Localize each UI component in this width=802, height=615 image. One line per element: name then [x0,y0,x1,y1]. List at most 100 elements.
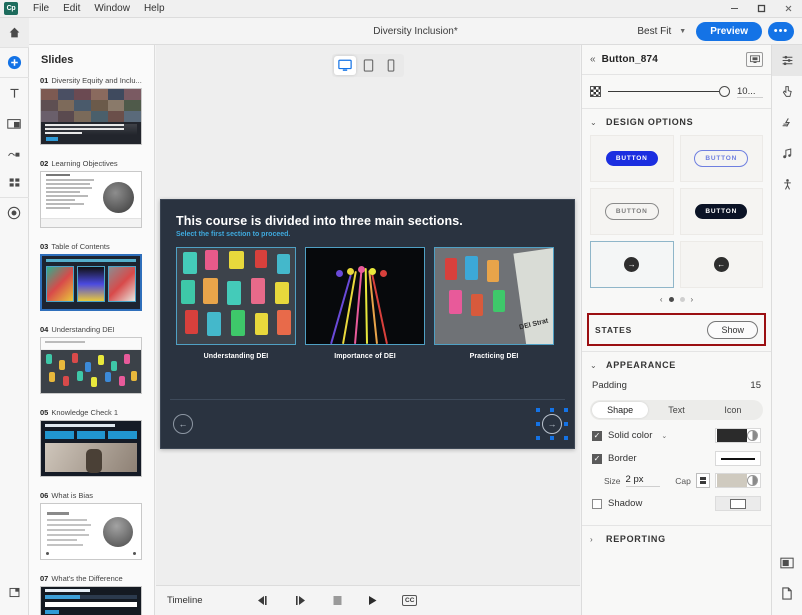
desktop-view-button[interactable] [334,56,356,75]
menu-file[interactable]: File [26,0,56,18]
preview-button[interactable]: Preview [696,21,762,41]
appearance-section-header[interactable]: ⌄ APPEARANCE [582,352,771,378]
opacity-value[interactable]: 10... [737,86,763,98]
border-style-swatch[interactable] [715,451,761,466]
text-icon[interactable] [0,78,29,108]
slider-knob[interactable] [719,86,730,97]
slide-canvas[interactable]: This course is divided into three main s… [160,199,575,449]
assets-icon[interactable] [0,577,29,607]
effects-icon[interactable] [772,107,802,138]
accessibility-icon[interactable] [772,169,802,200]
thumb-art [41,172,141,227]
list-item[interactable]: 01 Diversity Equity and Inclu... [29,72,154,155]
list-item[interactable]: 07 What's the Difference [29,570,154,615]
slide-label: 04 Understanding DEI [40,325,144,334]
slide-thumbnail[interactable] [40,503,142,560]
slides-panel[interactable]: Slides 01Diversity Equity and Inclu... [29,45,155,615]
slide-number: 02 [40,159,49,168]
design-option-cell[interactable]: BUTTON [590,135,674,182]
design-option-cell[interactable]: BUTTON [679,135,763,182]
slide-thumbnail[interactable] [40,337,142,394]
minimize-button[interactable] [721,0,748,18]
size-value[interactable]: 2 px [625,474,661,487]
properties-icon[interactable] [771,45,802,76]
menu-help[interactable]: Help [137,0,172,18]
list-item[interactable]: 03 Table of Contents [29,238,154,321]
solid-color-swatch[interactable] [715,428,761,443]
top-toolbar: Diversity Inclusion* Best Fit ▼ Preview … [29,18,802,45]
design-option-label: BUTTON [695,204,748,219]
menu-edit[interactable]: Edit [56,0,87,18]
padding-value[interactable]: 15 [750,380,761,391]
shadow-preview-swatch[interactable] [715,496,761,511]
list-item[interactable]: 04 Understanding DEI [29,321,154,404]
step-forward-button[interactable] [294,595,308,606]
actions-icon[interactable] [772,76,802,107]
slide-thumbnail[interactable] [40,88,142,145]
slide-title: What's the Difference [51,574,123,583]
slide-properties-icon[interactable] [772,547,802,578]
cap-style-button[interactable] [695,473,710,488]
slide-number: 07 [40,574,49,583]
chevron-down-icon: ⌄ [590,117,597,127]
tablet-view-button[interactable] [357,56,379,75]
stop-button[interactable] [332,595,343,606]
section-card[interactable]: DEI Strat Practicing DEI [434,247,554,360]
design-options-section-header[interactable]: ⌄ DESIGN OPTIONS [582,109,771,135]
closed-captions-button[interactable]: CC [402,595,418,606]
zoom-level-select[interactable]: Best Fit ▼ [633,24,690,39]
shapes-icon[interactable] [0,138,29,168]
thumb-art [41,338,141,393]
maximize-button[interactable] [748,0,775,18]
section-card[interactable]: Understanding DEI [176,247,296,360]
add-icon[interactable] [0,48,29,78]
solid-color-checkbox[interactable]: ✓ [592,430,602,441]
screen-icon[interactable] [746,52,763,67]
interaction-icon[interactable] [0,198,29,228]
states-show-button[interactable]: Show [707,320,758,339]
phone-view-button[interactable] [380,56,402,75]
previous-button[interactable]: ← [173,414,193,434]
slide-thumbnail[interactable] [40,171,142,228]
title-bar: Cp File Edit Window Help [0,0,802,18]
home-icon[interactable] [0,18,29,48]
carousel-dot-active[interactable] [668,297,674,302]
design-option-cell[interactable]: ← [679,241,763,288]
slide-thumbnail[interactable] [40,586,142,615]
close-button[interactable] [775,0,802,18]
design-option-cell[interactable]: BUTTON [679,188,763,235]
slide-thumbnail[interactable] [40,254,142,311]
border-checkbox[interactable]: ✓ [592,453,602,464]
step-back-button[interactable] [256,595,270,606]
tab-icon[interactable]: Icon [705,402,761,418]
chevron-down-icon[interactable]: ⌄ [661,432,667,440]
shadow-checkbox[interactable]: ✓ [592,498,602,509]
audio-icon[interactable] [772,138,802,169]
design-option-cell-selected[interactable]: → [590,241,674,288]
document-icon[interactable] [772,578,802,609]
media-icon[interactable] [0,108,29,138]
list-item[interactable]: 02 Learning Objectives [29,155,154,238]
reporting-section-header[interactable]: › REPORTING [582,526,771,552]
carousel-prev-icon[interactable]: ‹ [660,295,663,304]
shadow-shape-icon [730,498,746,509]
slide-thumbnail[interactable] [40,420,142,477]
slide-number: 01 [40,76,49,85]
tab-shape[interactable]: Shape [592,402,649,418]
collapse-panel-icon[interactable]: « [590,54,596,65]
section-card[interactable]: Importance of DEI [305,247,425,360]
menu-window[interactable]: Window [87,0,137,18]
border-color-swatch[interactable] [715,473,761,488]
play-button[interactable] [367,595,378,606]
selection-handles[interactable] [536,408,568,440]
opacity-slider[interactable] [608,86,730,98]
more-options-button[interactable]: ••• [768,21,794,41]
list-item[interactable]: 06 What is Bias [29,487,154,570]
tab-text[interactable]: Text [648,402,704,418]
carousel-dot[interactable] [679,297,685,302]
selected-object-name: Button_874 [601,54,659,65]
design-option-cell[interactable]: BUTTON [590,188,674,235]
widgets-icon[interactable] [0,168,29,198]
carousel-next-icon[interactable]: › [691,295,694,304]
list-item[interactable]: 05 Knowledge Check 1 [29,404,154,487]
